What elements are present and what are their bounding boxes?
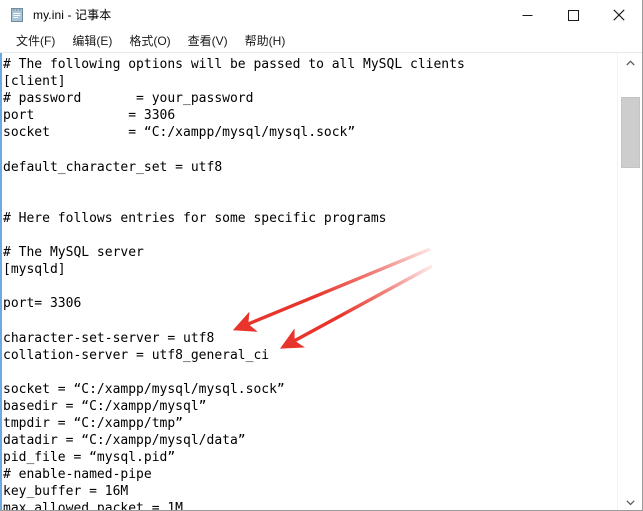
menu-item-help[interactable]: 帮助(H) xyxy=(237,31,295,51)
window-controls xyxy=(504,0,642,30)
title-bar: my.ini - 记事本 xyxy=(0,0,642,30)
code-line: [mysqld] xyxy=(3,262,66,278)
code-line: port= 3306 xyxy=(3,296,82,312)
close-button[interactable] xyxy=(596,0,642,30)
text-editor[interactable]: # The following options will be passed t… xyxy=(2,53,617,511)
menu-item-file[interactable]: 文件(F) xyxy=(8,31,64,51)
title-bar-left: my.ini - 记事本 xyxy=(0,0,111,30)
code-line: socket = “C:/xampp/mysql/mysql.sock” xyxy=(3,125,356,141)
menu-item-format[interactable]: 格式(O) xyxy=(121,31,179,51)
code-line: # enable-named-pipe xyxy=(3,467,152,483)
code-line: # password = your_password xyxy=(3,91,254,107)
editor-area: # The following options will be passed t… xyxy=(0,53,642,511)
code-line: tmpdir = “C:/xampp/tmp” xyxy=(3,415,184,431)
code-line: collation-server = utf8_general_ci xyxy=(3,347,270,363)
scrollbar-track[interactable] xyxy=(618,73,642,492)
vertical-scrollbar[interactable] xyxy=(617,53,642,510)
minimize-button[interactable] xyxy=(504,0,550,30)
notepad-icon xyxy=(9,7,25,23)
scroll-down-icon[interactable] xyxy=(618,492,642,510)
code-line: # The following options will be passed t… xyxy=(3,57,465,72)
menu-item-view[interactable]: 查看(V) xyxy=(180,31,237,51)
code-line: default_character_set = utf8 xyxy=(3,159,223,175)
menu-item-edit[interactable]: 编辑(E) xyxy=(64,31,121,51)
code-line: pid_file = “mysql.pid” xyxy=(3,450,176,466)
code-line: datadir = “C:/xampp/mysql/data” xyxy=(3,433,246,449)
code-line: # Here follows entries for some specific… xyxy=(3,210,387,226)
maximize-button[interactable] xyxy=(550,0,596,30)
code-line: key_buffer = 16M xyxy=(3,484,129,500)
code-line: character-set-server = utf8 xyxy=(3,330,215,346)
menu-bar: 文件(F) 编辑(E) 格式(O) 查看(V) 帮助(H) xyxy=(0,30,642,53)
code-line: max_allowed_packet = 1M xyxy=(3,501,184,511)
code-line: [client] xyxy=(3,74,66,90)
code-line: basedir = “C:/xampp/mysql” xyxy=(3,398,207,414)
code-line: socket = “C:/xampp/mysql/mysql.sock” xyxy=(3,381,285,397)
scroll-up-icon[interactable] xyxy=(618,53,642,73)
window-title: my.ini - 记事本 xyxy=(33,8,112,22)
notepad-window: my.ini - 记事本 文件(F) 编辑(E) 格式(O) 查看(V) 帮助(… xyxy=(0,0,643,511)
code-line: # The MySQL server xyxy=(3,245,144,261)
scrollbar-thumb[interactable] xyxy=(621,97,640,168)
code-line: port = 3306 xyxy=(3,108,176,124)
